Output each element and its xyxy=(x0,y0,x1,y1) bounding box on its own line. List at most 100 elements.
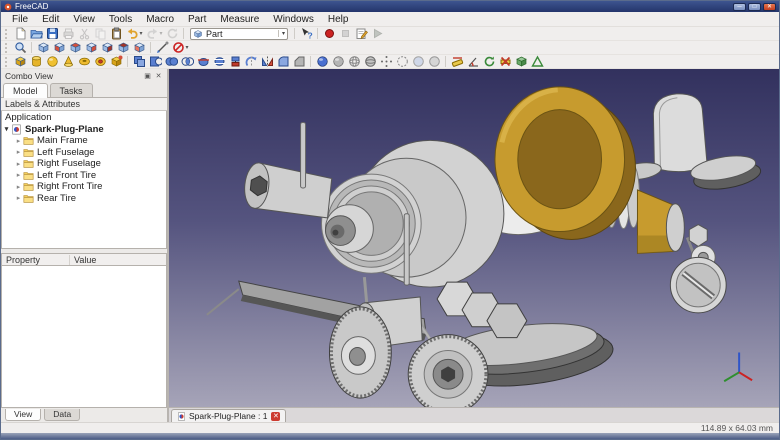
appearance-button[interactable] xyxy=(315,55,330,69)
tree-item-rear-tire[interactable]: ▸ Rear Tire xyxy=(2,193,166,205)
tree-item-document[interactable]: ▾ Spark-Plug-Plane xyxy=(2,124,166,136)
union-button[interactable] xyxy=(164,55,179,69)
no-shading-button[interactable] xyxy=(427,55,442,69)
menu-tools[interactable]: Tools xyxy=(102,13,139,26)
dock-pin-icon[interactable]: ▣ xyxy=(143,71,152,80)
boolean-button[interactable] xyxy=(132,55,147,69)
close-button[interactable]: ✕ xyxy=(763,2,776,11)
value-column-header[interactable]: Value xyxy=(70,255,96,265)
fit-all-button[interactable] xyxy=(13,41,28,55)
view-right-button[interactable] xyxy=(84,41,99,55)
expander-icon[interactable]: ▸ xyxy=(14,171,23,179)
panel-close-icon[interactable]: ✕ xyxy=(154,71,163,80)
tab-data[interactable]: Data xyxy=(44,409,81,421)
expander-icon[interactable]: ▸ xyxy=(14,183,23,191)
viewport[interactable] xyxy=(169,69,779,407)
print-button[interactable] xyxy=(61,27,76,41)
expander-icon[interactable]: ▸ xyxy=(14,148,23,156)
revolve-button[interactable] xyxy=(244,55,259,69)
copy-button[interactable] xyxy=(93,27,108,41)
cylinder-button[interactable] xyxy=(29,55,44,69)
redo-button[interactable]: ▾ xyxy=(145,27,164,41)
shape-builder-button[interactable] xyxy=(109,55,124,69)
menu-help[interactable]: Help xyxy=(321,13,356,26)
menu-view[interactable]: View xyxy=(66,13,102,26)
measure-linear-button[interactable] xyxy=(450,55,465,69)
dropdown-arrow-icon[interactable]: ▾ xyxy=(160,30,163,37)
macro-edit-button[interactable] xyxy=(354,27,369,41)
tree-item-right-fuselage[interactable]: ▸ Right Fuselage xyxy=(2,158,166,170)
undo-button[interactable]: ▾ xyxy=(125,27,144,41)
hidden-line-button[interactable] xyxy=(395,55,410,69)
view-front-button[interactable] xyxy=(52,41,67,55)
clear-measurement-button[interactable]: ▾ xyxy=(171,41,190,55)
view-bottom-button[interactable] xyxy=(116,41,131,55)
expander-icon[interactable]: ▸ xyxy=(14,194,23,202)
dropdown-arrow-icon[interactable]: ▾ xyxy=(140,30,143,37)
tree-item-right-front-tire[interactable]: ▸ Right Front Tire xyxy=(2,181,166,193)
toolbar-grip[interactable] xyxy=(5,28,10,39)
chamfer-button[interactable] xyxy=(292,55,307,69)
property-column-header[interactable]: Property xyxy=(2,254,70,265)
transparency-button[interactable] xyxy=(411,55,426,69)
maximize-button[interactable]: □ xyxy=(748,2,761,11)
section-button[interactable] xyxy=(196,55,211,69)
toggle-3d-button[interactable] xyxy=(514,55,529,69)
whats-this-button[interactable]: ? xyxy=(299,27,314,41)
measure-angular-button[interactable] xyxy=(466,55,481,69)
fillet-button[interactable] xyxy=(276,55,291,69)
view-left-button[interactable] xyxy=(132,41,147,55)
tab-view[interactable]: View xyxy=(5,409,42,421)
toolbar-grip[interactable] xyxy=(5,56,10,67)
measure-clear-button[interactable] xyxy=(498,55,513,69)
flat-lines-button[interactable] xyxy=(363,55,378,69)
open-button[interactable] xyxy=(29,27,44,41)
part-cut-button[interactable] xyxy=(148,55,163,69)
new-button[interactable] xyxy=(13,27,28,41)
expander-open-icon[interactable]: ▾ xyxy=(2,125,11,133)
box-button[interactable] xyxy=(13,55,28,69)
view-rear-button[interactable] xyxy=(100,41,115,55)
refresh-button[interactable] xyxy=(165,27,180,41)
tube-button[interactable] xyxy=(93,55,108,69)
property-editor[interactable] xyxy=(1,266,167,408)
cross-section-button[interactable] xyxy=(212,55,227,69)
minimize-button[interactable]: ─ xyxy=(733,2,746,11)
toolbar-grip[interactable] xyxy=(5,42,10,53)
measure-refresh-button[interactable] xyxy=(482,55,497,69)
tree-item-application[interactable]: Application xyxy=(2,112,166,124)
cone-button[interactable] xyxy=(61,55,76,69)
extrude-button[interactable] xyxy=(228,55,243,69)
mirror-button[interactable] xyxy=(260,55,275,69)
toggle-delta-button[interactable] xyxy=(530,55,545,69)
measure-distance-button[interactable] xyxy=(155,41,170,55)
menu-macro[interactable]: Macro xyxy=(139,13,181,26)
macro-execute-button[interactable] xyxy=(370,27,385,41)
tree-item-left-fuselage[interactable]: ▸ Left Fuselage xyxy=(2,147,166,159)
view-axonometric-button[interactable] xyxy=(36,41,51,55)
paste-button[interactable] xyxy=(109,27,124,41)
document-tab[interactable]: Spark-Plug-Plane : 1 ✕ xyxy=(171,409,287,422)
dropdown-arrow-icon[interactable]: ▾ xyxy=(186,44,189,51)
torus-button[interactable] xyxy=(77,55,92,69)
menu-edit[interactable]: Edit xyxy=(35,13,66,26)
menu-windows[interactable]: Windows xyxy=(266,13,321,26)
macro-stop-button[interactable] xyxy=(338,27,353,41)
macro-record-button[interactable] xyxy=(322,27,337,41)
workbench-selector[interactable]: Part ▾ xyxy=(190,27,289,40)
menu-part[interactable]: Part xyxy=(181,13,213,26)
tab-model[interactable]: Model xyxy=(3,83,48,98)
menu-file[interactable]: File xyxy=(5,13,35,26)
tree-item-left-front-tire[interactable]: ▸ Left Front Tire xyxy=(2,170,166,182)
view-top-button[interactable] xyxy=(68,41,83,55)
save-button[interactable] xyxy=(45,27,60,41)
expander-icon[interactable]: ▸ xyxy=(14,137,23,145)
common-button[interactable] xyxy=(180,55,195,69)
wireframe-button[interactable] xyxy=(347,55,362,69)
tree-item-main-frame[interactable]: ▸ Main Frame xyxy=(2,135,166,147)
tab-close-icon[interactable]: ✕ xyxy=(271,411,281,421)
sphere-button[interactable] xyxy=(45,55,60,69)
expander-icon[interactable]: ▸ xyxy=(14,160,23,168)
chevron-down-icon[interactable]: ▾ xyxy=(278,30,285,37)
menu-measure[interactable]: Measure xyxy=(213,13,266,26)
